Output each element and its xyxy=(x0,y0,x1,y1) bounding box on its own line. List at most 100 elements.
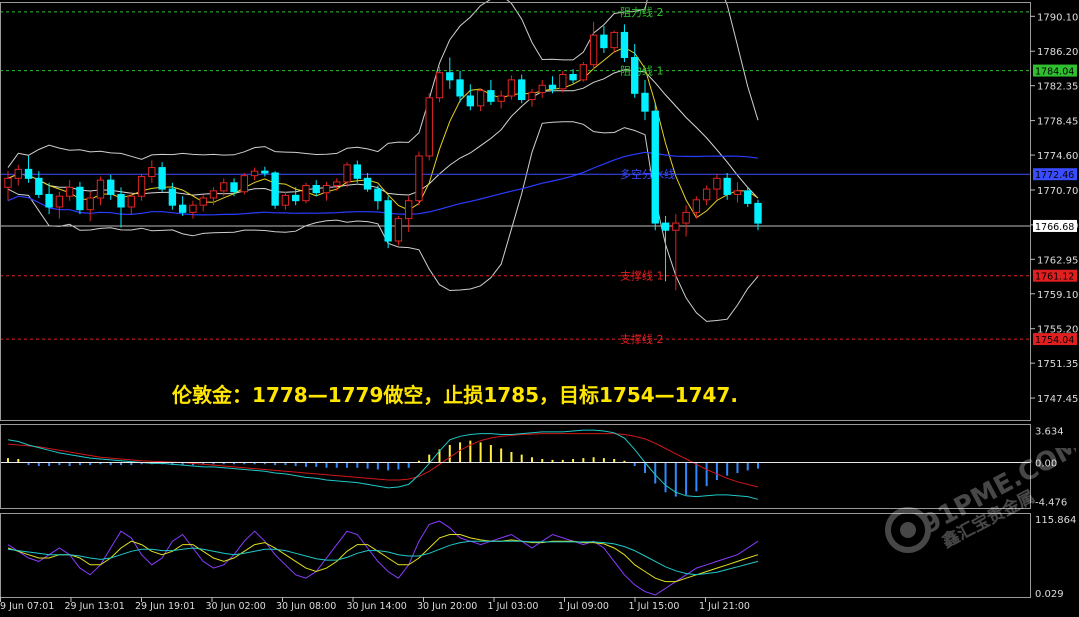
candle-body xyxy=(548,84,557,90)
time-tick-label: 29 Jun 19:01 xyxy=(135,601,195,612)
oscillator-slow-line xyxy=(7,534,759,583)
candle-body xyxy=(312,184,320,194)
oscillator-panel xyxy=(7,520,759,596)
candle-body xyxy=(631,56,639,94)
candle-body xyxy=(353,164,361,179)
time-tick-label: 1 Jul 09:00 xyxy=(558,601,609,612)
candle-body xyxy=(14,168,22,179)
candle-body xyxy=(209,190,218,199)
candle-body xyxy=(713,177,721,190)
candle-body xyxy=(466,95,475,107)
price-tick-label: 1786.20 xyxy=(1037,47,1078,58)
candle-body xyxy=(178,204,187,213)
macd-tick-label: 3.634 xyxy=(1035,427,1064,438)
candle-body xyxy=(148,167,156,178)
level-label: 支撑线 2 xyxy=(620,332,664,346)
candle-body xyxy=(322,184,331,194)
candle-body xyxy=(35,177,43,195)
level-price-tag-label: 1784.04 xyxy=(1035,67,1074,78)
candle-body xyxy=(692,199,701,213)
level-price-tag-label: 1772.46 xyxy=(1035,170,1074,181)
time-tick-label: 29 Jun 13:01 xyxy=(65,601,125,612)
candle-body xyxy=(497,95,505,102)
candle-body xyxy=(168,188,177,206)
level-label: 阻力线 1 xyxy=(620,64,664,78)
level-price-tag-label: 1761.12 xyxy=(1035,272,1074,283)
candle-body xyxy=(579,64,588,81)
candle-body xyxy=(343,164,351,183)
candle-body xyxy=(374,188,382,202)
candle-body xyxy=(250,170,259,177)
time-tick-label: 1 Jul 15:00 xyxy=(629,601,680,612)
price-tick-label: 1770.70 xyxy=(1037,186,1078,197)
candle-body xyxy=(589,34,598,66)
candle-body xyxy=(55,195,64,208)
candle-body xyxy=(446,72,454,81)
price-tick-label: 1759.10 xyxy=(1037,290,1078,301)
candle-body xyxy=(240,175,248,193)
candle-body xyxy=(487,90,495,102)
candle-body xyxy=(76,186,84,211)
osc-tick-label: 0.029 xyxy=(1035,589,1064,600)
macd-panel xyxy=(0,429,1030,500)
macd-tick-label: -4.476 xyxy=(1035,498,1067,509)
price-tick-label: 1762.95 xyxy=(1037,255,1078,266)
trade-note: 伦敦金：1778—1779做空，止损1785，目标1754—1747. xyxy=(172,383,738,407)
candle-body xyxy=(4,177,12,188)
candle-body xyxy=(620,31,629,58)
candle-body xyxy=(641,92,649,112)
candle-body xyxy=(754,202,762,224)
bollinger-lower xyxy=(7,121,759,322)
oscillator-signal-line xyxy=(7,540,759,576)
candle-body xyxy=(528,91,536,101)
time-tick-label: 1 Jul 21:00 xyxy=(699,601,750,612)
macd-tick-label: 0.00 xyxy=(1035,459,1057,470)
time-tick-label: 30 Jun 08:00 xyxy=(276,601,336,612)
candle-body xyxy=(65,186,74,197)
candle-body xyxy=(261,170,269,174)
candle-body xyxy=(723,177,731,195)
price-panel: 阻力线 2 阻力线 1 多空分水线支撑线 1 支撑线 2 xyxy=(0,0,1030,346)
axes: 1790.10 1786.20 1782.35 1778.45 1774.60 1770.… xyxy=(0,2,1078,612)
candle-body xyxy=(96,179,105,199)
candle-body xyxy=(363,177,372,190)
time-tick-label: 30 Jun 20:00 xyxy=(417,601,477,612)
candle-body xyxy=(107,179,115,195)
osc-tick-label: 115.864 xyxy=(1035,515,1076,526)
trading-chart: 阻力线 2 阻力线 1 多空分水线支撑线 1 支撑线 2 1790.10 1786.20… xyxy=(0,0,1078,612)
bollinger-upper xyxy=(7,0,759,168)
candle-body xyxy=(435,72,444,99)
candle-body xyxy=(158,167,166,190)
price-tick-label: 1747.45 xyxy=(1037,394,1078,405)
time-tick-label: 30 Jun 02:00 xyxy=(206,601,266,612)
price-tick-label: 1778.45 xyxy=(1037,117,1078,128)
candle-body xyxy=(333,181,341,186)
candle-body xyxy=(271,172,279,206)
candle-body xyxy=(127,195,135,208)
price-tick-label: 1774.60 xyxy=(1037,151,1078,162)
candle-body xyxy=(661,222,670,231)
candle-body xyxy=(384,200,392,242)
macd-frame xyxy=(0,424,1031,509)
candle-body xyxy=(405,200,413,220)
candle-body xyxy=(651,110,659,224)
candle-body xyxy=(600,34,608,49)
candle-body xyxy=(302,184,310,202)
oscillator-fast-line xyxy=(7,520,759,596)
osc-frame xyxy=(0,513,1031,598)
time-tick-label: 1 Jul 03:00 xyxy=(488,601,539,612)
time-tick-label: 30 Jun 14:00 xyxy=(347,601,407,612)
candle-body xyxy=(291,194,300,202)
candle-body xyxy=(733,190,742,195)
candle-body xyxy=(672,222,680,231)
level-price-tag-label: 1754.04 xyxy=(1035,335,1074,346)
candle-body xyxy=(425,97,433,157)
candle-body xyxy=(220,182,228,192)
candle-body xyxy=(456,79,464,97)
candle-body xyxy=(230,182,238,193)
candle-body xyxy=(281,194,290,206)
current-price-tag-label: 1766.68 xyxy=(1035,222,1074,233)
candle-body xyxy=(24,168,33,179)
time-tick-label: 29 Jun 07:01 xyxy=(0,601,54,612)
candle-body xyxy=(86,197,94,211)
